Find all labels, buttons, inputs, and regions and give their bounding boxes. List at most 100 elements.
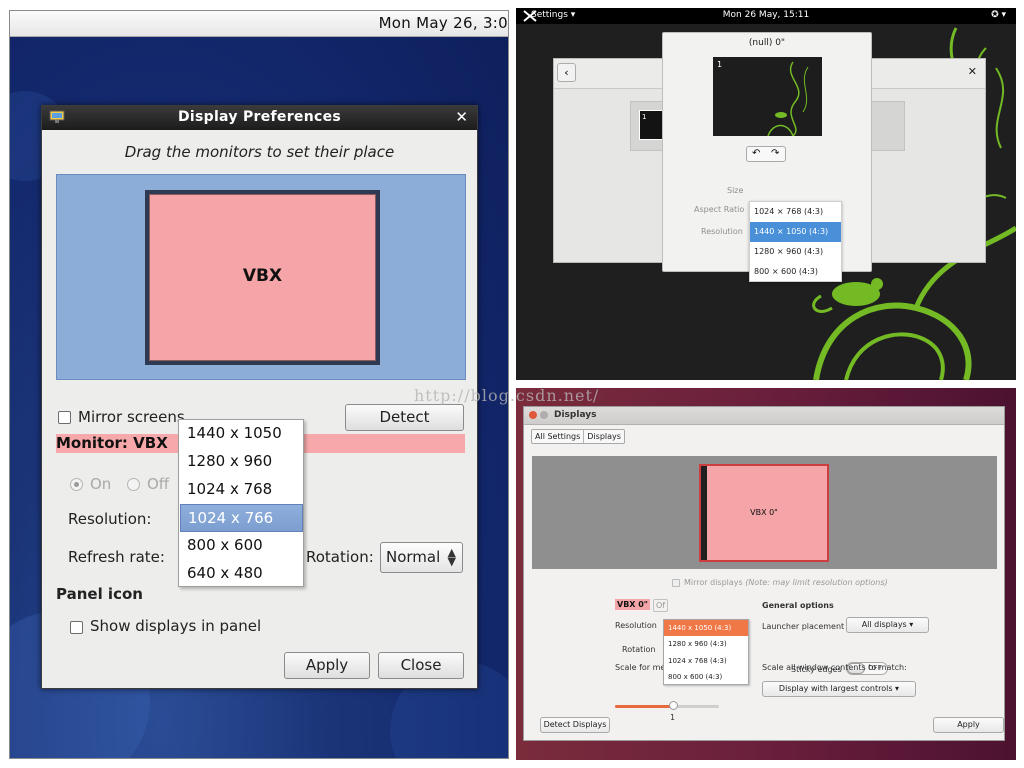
resolution-option[interactable]: 1024 × 768 (4:3) (750, 202, 841, 222)
scale-all-value: Display with largest controls (778, 684, 893, 693)
breadcrumb-all-settings[interactable]: All Settings (532, 430, 583, 443)
show-displays-label: Show displays in panel (90, 617, 262, 635)
mirror-text: Mirror displays (684, 578, 743, 587)
display-preferences-dialog: Display Preferences ✕ Drag the monitors … (41, 105, 478, 689)
on-label: On (90, 475, 112, 493)
display-name: VBX 0" (615, 599, 650, 610)
gnome3-screenshot: Settings ▾ Mon 26 May, 15:11 ✪ ▾ ‹ ✕ 1 p… (516, 8, 1016, 380)
chevron-down-icon: ▾ (909, 620, 914, 629)
breadcrumb: All Settings Displays (531, 429, 625, 444)
panel-icon-heading: Panel icon (56, 585, 143, 603)
refresh-rate-label: Refresh rate: (68, 548, 165, 566)
displays-window: Displays All Settings Displays VBX 0" Mir… (523, 406, 1005, 741)
rotation-buttons: ↶ ↷ (746, 146, 786, 162)
off-label: Off (147, 475, 170, 493)
scale-all-label: Scale all window contents to match: (762, 663, 907, 672)
rotation-label: Rotation (622, 645, 656, 654)
resolution-option-selected[interactable]: 1024 x 766 (180, 504, 303, 532)
resolution-label: Resolution (701, 227, 743, 236)
minimize-icon[interactable] (540, 411, 548, 419)
resolution-label: Resolution (615, 621, 657, 630)
resolution-option[interactable]: 800 × 600 (4:3) (750, 262, 841, 282)
rotate-left-icon[interactable]: ↶ (752, 148, 760, 159)
rotate-right-icon[interactable]: ↷ (771, 148, 779, 159)
launcher-placement-label: Launcher placement (762, 622, 845, 631)
mirror-screens-checkbox[interactable] (58, 411, 71, 424)
on-radio[interactable] (70, 478, 83, 491)
resolution-menu: 1440 x 1050 (4:3) 1280 x 960 (4:3) 1024 … (663, 619, 749, 685)
launcher-placement-select[interactable]: All displays ▾ (846, 617, 929, 633)
accessibility-icon[interactable]: ✪ ▾ (991, 10, 1006, 20)
scale-value: 1 (670, 713, 676, 722)
apply-button[interactable]: Apply (284, 652, 370, 679)
rotation-value: Normal (386, 548, 441, 566)
top-panel: Mon May 26, 3:0 (10, 11, 508, 37)
monitor-tile[interactable]: VBX (145, 190, 380, 365)
scale-slider[interactable] (615, 701, 719, 710)
monitor-tile[interactable]: VBX 0" (699, 464, 829, 562)
rotation-label: Rotation: (306, 548, 374, 566)
off-radio[interactable] (127, 478, 140, 491)
monitor-header-label: Monitor: VBX (56, 434, 168, 452)
resolution-option[interactable]: 640 x 480 (180, 560, 303, 588)
wallpaper-preview-image (767, 61, 809, 136)
detect-monitors-button[interactable]: Detect Monitors (345, 404, 464, 451)
gnome-top-bar: Settings ▾ Mon 26 May, 15:11 ✪ ▾ (516, 8, 1016, 24)
resolution-option[interactable]: 1024 x 768 (4:3) (664, 653, 748, 669)
resolution-option-selected[interactable]: 1440 x 1050 (4:3) (664, 620, 748, 636)
monitor-settings-dialog: (null) 0" 1 ↶ ↷ Size Aspect Ratio Resolu… (662, 32, 872, 282)
detect-displays-button[interactable]: Detect Displays (540, 717, 610, 733)
slider-fill (615, 705, 673, 708)
monitor-number: 1 (642, 113, 647, 121)
mirror-displays-checkbox[interactable] (672, 579, 680, 587)
watermark: http://blog.csdn.net/ (414, 386, 600, 405)
chevron-down-icon: ▾ (895, 684, 900, 693)
window-title: Displays (554, 410, 597, 420)
general-options-heading: General options (762, 601, 834, 610)
resolution-label: Resolution: (68, 510, 152, 528)
close-button[interactable]: Close (378, 652, 464, 679)
close-icon[interactable] (529, 411, 537, 419)
resolution-option[interactable]: 800 x 600 (4:3) (664, 669, 748, 685)
dialog-titlebar[interactable]: Display Preferences ✕ (42, 106, 477, 130)
clock[interactable]: Mon May 26, 3:0 (379, 14, 508, 32)
on-off-switch[interactable]: Of (653, 599, 669, 612)
monitor-arrangement-area[interactable]: VBX (56, 174, 466, 380)
resolution-option[interactable]: 1280 x 960 (180, 448, 303, 476)
gnome2-screenshot: Mon May 26, 3:0 Display Preferences ✕ Dr… (9, 10, 509, 759)
back-button[interactable]: ‹ (557, 63, 576, 82)
resolution-menu: 1024 × 768 (4:3) 1440 × 1050 (4:3) 1280 … (749, 201, 842, 282)
resolution-option[interactable]: 1280 × 960 (4:3) (750, 242, 841, 262)
window-titlebar[interactable]: Displays (524, 407, 1004, 425)
show-displays-checkbox[interactable] (70, 621, 83, 634)
monitor-label: VBX 0" (750, 508, 778, 517)
mirror-screens-label: Mirror screens (78, 408, 185, 426)
instruction-text: Drag the monitors to set their place (124, 143, 395, 161)
resolution-option[interactable]: 1280 x 960 (4:3) (664, 636, 748, 652)
apply-button[interactable]: Apply (933, 717, 1004, 733)
resolution-option-selected[interactable]: 1440 × 1050 (4:3) (750, 222, 841, 242)
close-icon[interactable]: ✕ (968, 65, 977, 78)
launcher-placement-value: All displays (861, 620, 907, 629)
close-icon[interactable]: ✕ (455, 108, 468, 126)
resolution-option[interactable]: 800 x 600 (180, 532, 303, 560)
mirror-displays-label: Mirror displays (Note: may limit resolut… (684, 578, 888, 587)
rotation-select[interactable]: Normal ▲ ▼ (380, 542, 463, 573)
dialog-title: Display Preferences (177, 109, 342, 125)
resolution-option[interactable]: 1024 x 768 (180, 476, 303, 504)
monitor-preview: 1 (713, 57, 822, 136)
slider-knob[interactable] (669, 701, 678, 710)
size-label: Size (727, 186, 744, 195)
mirror-note: (Note: may limit resolution options) (745, 578, 888, 587)
monitor-label: VBX (242, 266, 283, 286)
scale-all-select[interactable]: Display with largest controls ▾ (762, 681, 916, 697)
clock[interactable]: Mon 26 May, 15:11 (516, 10, 1016, 20)
monitor-arrangement-area[interactable]: VBX 0" (532, 456, 997, 569)
dialog-title: (null) 0" (748, 38, 786, 48)
resolution-dropdown: 1440 x 1050 1280 x 960 1024 x 768 1024 x… (178, 419, 304, 587)
aspect-ratio-label: Aspect Ratio (694, 205, 745, 214)
resolution-option[interactable]: 1440 x 1050 (180, 420, 303, 448)
spin-arrows-icon: ▲ ▼ (447, 546, 456, 568)
ubuntu-screenshot: Displays All Settings Displays VBX 0" Mir… (516, 388, 1016, 760)
breadcrumb-displays[interactable]: Displays (583, 430, 624, 443)
